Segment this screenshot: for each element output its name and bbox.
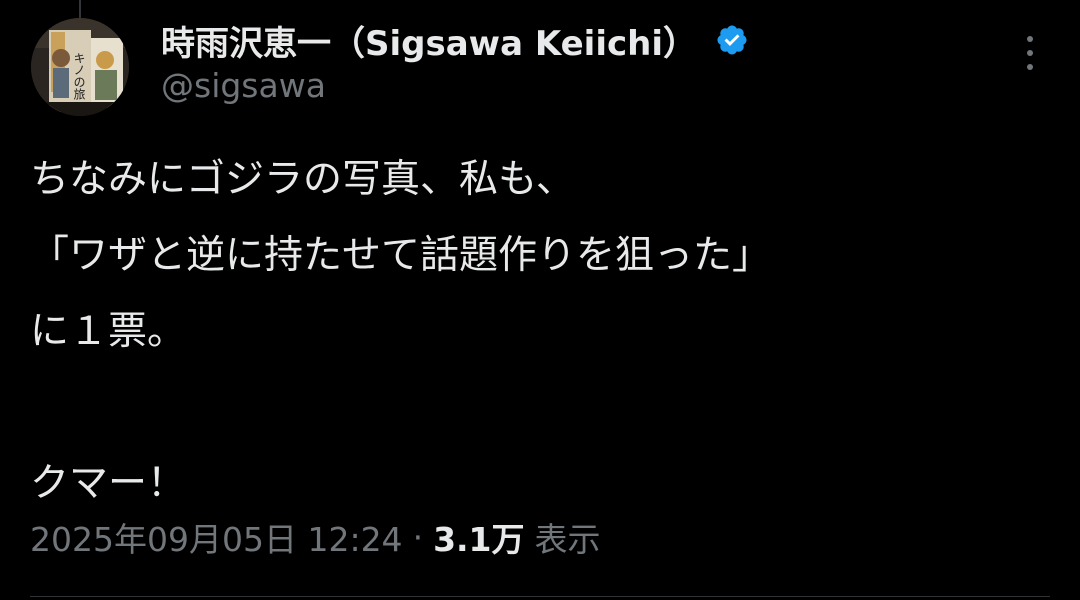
avatar[interactable]: キノの旅 (31, 18, 129, 116)
tweet-metadata: 2025年09月05日 12:24 · 3.1万 表示 (30, 512, 601, 562)
author-handle[interactable]: @sigsawa (161, 66, 326, 105)
tweet-timestamp[interactable]: 2025年09月05日 12:24 (30, 513, 403, 561)
more-dot-icon (1027, 50, 1033, 56)
tweet-text-line: 「ワザと逆に持たせて話題作りを狙った」 (30, 233, 772, 278)
thread-connector-line (79, 0, 81, 20)
more-options-icon[interactable] (1015, 36, 1045, 70)
more-dot-icon (1027, 36, 1033, 42)
verified-badge-icon (715, 23, 749, 57)
author-name-row: 時雨沢恵一（Sigsawa Keiichi） (161, 14, 749, 66)
more-dot-icon (1027, 64, 1033, 70)
divider (30, 596, 1050, 597)
tweet-text-line: クマー！ (30, 461, 187, 506)
tweet-text-line: に１票。 (30, 309, 187, 354)
view-count[interactable]: 3.1万 (433, 513, 524, 561)
tweet-text: ちなみにゴジラの写真、私も、 「ワザと逆に持たせて話題作りを狙った」 に１票。 … (30, 142, 1050, 522)
tweet-text-line: ちなみにゴジラの写真、私も、 (30, 157, 575, 202)
view-label: 表示 (534, 520, 601, 559)
metadata-separator: · (412, 517, 424, 557)
avatar-cover-title: キノの旅 (72, 52, 86, 100)
author-display-name[interactable]: 時雨沢恵一（Sigsawa Keiichi） (161, 16, 697, 65)
